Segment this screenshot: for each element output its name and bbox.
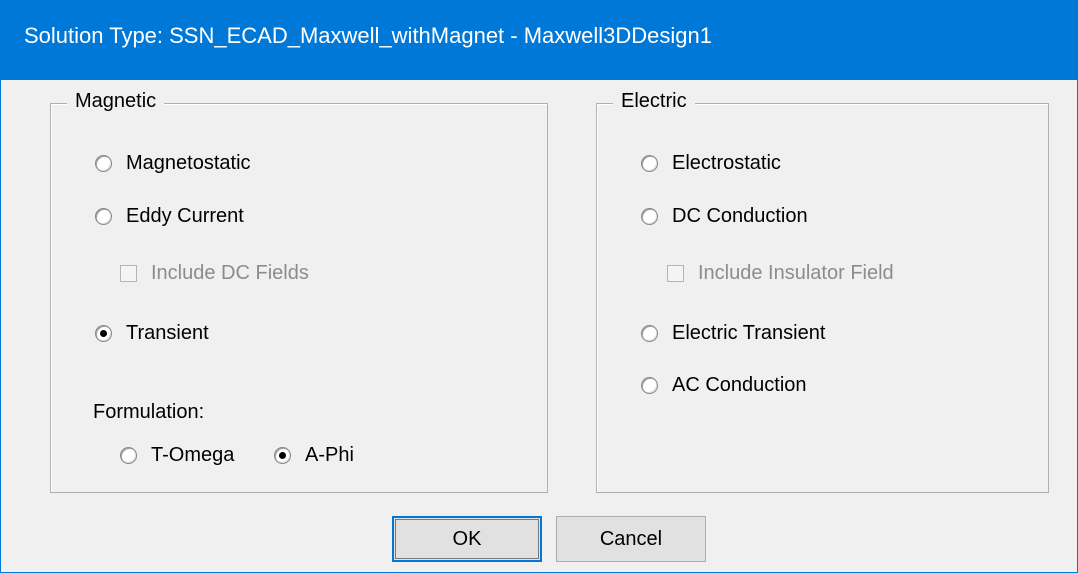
transient-label: Transient	[126, 322, 209, 344]
electric-transient-label: Electric Transient	[672, 322, 826, 344]
include-insulator-field-checkbox[interactable]: Include Insulator Field	[667, 262, 894, 285]
eddy-current-label: Eddy Current	[126, 205, 244, 227]
a-phi-radio-button[interactable]	[274, 447, 291, 464]
cancel-button[interactable]: Cancel	[556, 516, 706, 562]
dialog-title: Solution Type: SSN_ECAD_Maxwell_withMagn…	[24, 23, 713, 48]
solution-type-dialog: Solution Type: SSN_ECAD_Maxwell_withMagn…	[0, 0, 1078, 573]
transient-radio-button[interactable]	[95, 325, 112, 342]
include-dc-fields-checkbox[interactable]: Include DC Fields	[120, 262, 309, 285]
a-phi-radio[interactable]: A-Phi	[274, 444, 354, 467]
ac-conduction-radio-button[interactable]	[641, 377, 658, 394]
include-insulator-field-label: Include Insulator Field	[698, 262, 894, 284]
include-insulator-field-checkbox-box[interactable]	[667, 265, 684, 282]
title-bar[interactable]: Solution Type: SSN_ECAD_Maxwell_withMagn…	[1, 1, 1077, 80]
electric-group-legend: Electric	[613, 90, 695, 113]
electrostatic-label: Electrostatic	[672, 152, 781, 174]
eddy-current-radio[interactable]: Eddy Current	[95, 205, 244, 228]
include-dc-fields-checkbox-box[interactable]	[120, 265, 137, 282]
dc-conduction-radio[interactable]: DC Conduction	[641, 205, 808, 228]
a-phi-label: A-Phi	[305, 444, 354, 466]
electric-transient-radio-button[interactable]	[641, 325, 658, 342]
electrostatic-radio[interactable]: Electrostatic	[641, 152, 781, 175]
magnetostatic-label: Magnetostatic	[126, 152, 251, 174]
t-omega-label: T-Omega	[151, 444, 235, 466]
electric-transient-radio[interactable]: Electric Transient	[641, 322, 825, 345]
magnetostatic-radio-button[interactable]	[95, 155, 112, 172]
ok-button[interactable]: OK	[392, 516, 542, 562]
dc-conduction-radio-button[interactable]	[641, 208, 658, 225]
formulation-label: Formulation:	[93, 401, 205, 423]
include-dc-fields-label: Include DC Fields	[151, 262, 309, 284]
magnetic-group-legend: Magnetic	[67, 90, 165, 113]
ac-conduction-radio[interactable]: AC Conduction	[641, 374, 807, 397]
electrostatic-radio-button[interactable]	[641, 155, 658, 172]
t-omega-radio[interactable]: T-Omega	[120, 444, 234, 467]
eddy-current-radio-button[interactable]	[95, 208, 112, 225]
ac-conduction-label: AC Conduction	[672, 374, 807, 396]
dc-conduction-label: DC Conduction	[672, 205, 808, 227]
t-omega-radio-button[interactable]	[120, 447, 137, 464]
magnetostatic-radio[interactable]: Magnetostatic	[95, 152, 251, 175]
transient-radio[interactable]: Transient	[95, 322, 209, 345]
